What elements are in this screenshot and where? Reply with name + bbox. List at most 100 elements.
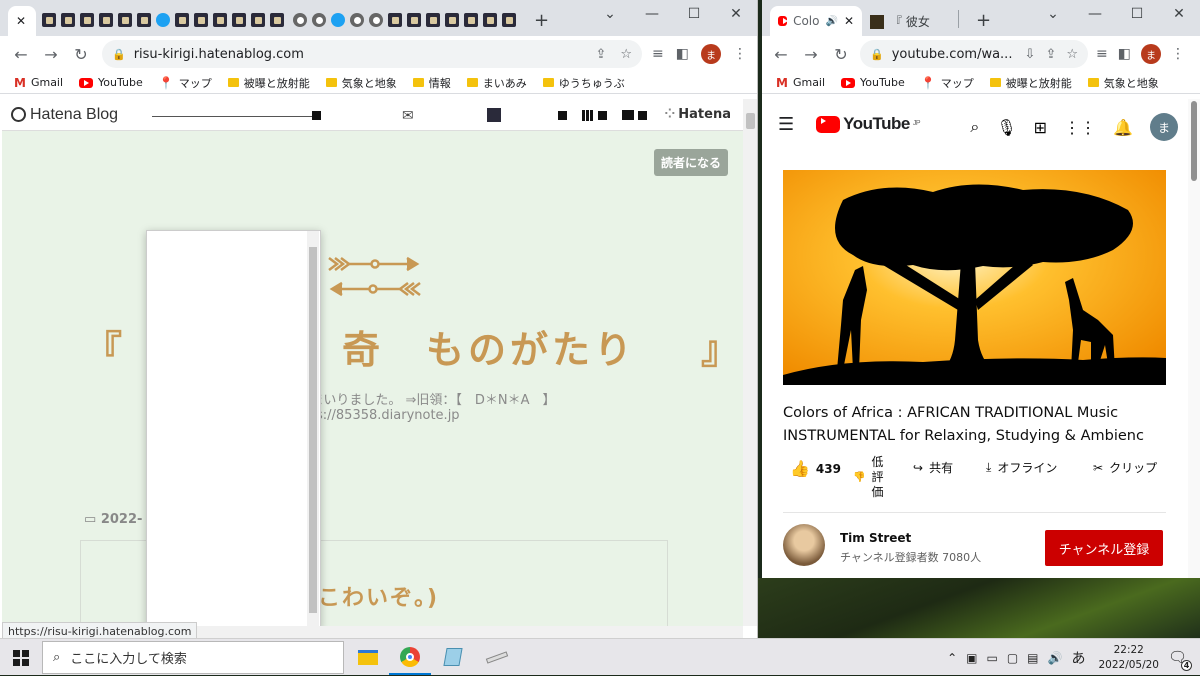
- speaker-icon[interactable]: 🔊: [1048, 651, 1063, 665]
- address-bar[interactable]: 🔒 risu-kirigi.hatenablog.com ⇪ ☆: [102, 40, 642, 68]
- forward-arrow-icon[interactable]: →: [796, 45, 826, 64]
- youtube-logo[interactable]: YouTube JP: [816, 114, 921, 134]
- dropdown-popup[interactable]: [146, 230, 321, 626]
- tab-hatena[interactable]: [42, 13, 56, 27]
- pen-tool-icon[interactable]: [484, 644, 510, 670]
- bookmark-gmail[interactable]: M Gmail: [14, 76, 63, 90]
- tab-hatena[interactable]: [407, 13, 421, 27]
- side-panel-icon[interactable]: ◧: [1118, 46, 1131, 62]
- bookmark-folder[interactable]: まいあみ: [466, 75, 527, 91]
- tab-hatena[interactable]: [270, 13, 284, 27]
- tab-hatena[interactable]: [388, 13, 402, 27]
- bookmark-youtube[interactable]: YouTube: [79, 76, 143, 89]
- side-panel-icon[interactable]: ◧: [676, 46, 689, 62]
- maximize-button[interactable]: ☐: [1116, 0, 1158, 28]
- channel-avatar[interactable]: [783, 524, 825, 566]
- menu-kebab-icon[interactable]: ⋮: [733, 46, 747, 62]
- bookmark-star-icon[interactable]: ☆: [620, 47, 632, 62]
- create-video-icon[interactable]: ⊞: [1034, 118, 1047, 137]
- hatena-link[interactable]: ⁘ Hatena: [664, 107, 731, 122]
- speaker-icon[interactable]: 🔊: [825, 16, 837, 27]
- avatar[interactable]: ま: [700, 44, 721, 64]
- tab-search-chevron-icon[interactable]: ⌄: [589, 0, 631, 28]
- address-bar[interactable]: 🔒 youtube.com/wa... ⇩ ⇪ ☆: [860, 40, 1088, 68]
- tab-hatena[interactable]: [80, 13, 94, 27]
- reading-list-icon[interactable]: ≡: [652, 46, 664, 62]
- bookmark-star-icon[interactable]: ☆: [1066, 47, 1078, 62]
- chevron-up-icon[interactable]: ⌃: [947, 651, 957, 665]
- windows-start-icon[interactable]: [13, 650, 29, 666]
- bookmark-folder[interactable]: 被曝と放射能: [227, 75, 310, 91]
- hatena-blog-logo[interactable]: Hatena Blog: [11, 106, 118, 124]
- avatar[interactable]: ま: [1140, 44, 1161, 64]
- tab-search-chevron-icon[interactable]: ⌄: [1032, 0, 1074, 28]
- tab-globe[interactable]: [369, 13, 383, 27]
- chrome-icon[interactable]: [389, 644, 431, 675]
- back-arrow-icon[interactable]: ←: [6, 45, 36, 64]
- share-icon[interactable]: ⇪: [595, 47, 606, 62]
- tab-hatena[interactable]: [251, 13, 265, 27]
- bookmark-folder[interactable]: 気象と地象: [325, 75, 397, 91]
- dropdown-scrollbar[interactable]: [307, 231, 319, 626]
- menu-kebab-icon[interactable]: ⋮: [1171, 46, 1185, 62]
- notification-center-icon[interactable]: 🗨 4: [1168, 648, 1192, 671]
- bell-icon[interactable]: 🔔: [1113, 118, 1133, 137]
- clock[interactable]: 22:22 2022/05/20: [1098, 643, 1159, 673]
- minimize-button[interactable]: —: [631, 0, 673, 28]
- reading-list-icon[interactable]: ≡: [1096, 46, 1108, 62]
- bookmark-folder[interactable]: 被曝と放射能: [989, 75, 1072, 91]
- hamburger-menu-icon[interactable]: ☰: [778, 114, 794, 135]
- minimize-button[interactable]: —: [1074, 0, 1116, 28]
- taskbar-search-box[interactable]: ⌕ ここに入力して検索: [42, 641, 344, 674]
- tab-hatena[interactable]: [61, 13, 75, 27]
- tab-hatena[interactable]: [175, 13, 189, 27]
- bookmark-folder[interactable]: 情報: [412, 75, 451, 91]
- bookmark-maps[interactable]: 📍 マップ: [921, 75, 974, 91]
- write-icon[interactable]: [558, 111, 567, 120]
- reload-icon[interactable]: ↻: [826, 45, 856, 64]
- notepad-icon[interactable]: [440, 644, 466, 670]
- tab-hatena[interactable]: [483, 13, 497, 27]
- dislike-button[interactable]: 👎 低 評 価: [853, 455, 883, 500]
- microphone-icon[interactable]: 🎙: [996, 118, 1016, 137]
- account-avatar[interactable]: ま: [1150, 113, 1178, 141]
- blog-avatar[interactable]: [487, 108, 501, 122]
- tab-close-icon[interactable]: ✕: [844, 14, 854, 28]
- close-button[interactable]: ✕: [715, 0, 757, 28]
- tab-blog[interactable]: 『 彼女: [870, 13, 930, 30]
- tab-twitter[interactable]: [331, 13, 345, 27]
- share-button[interactable]: ↪ 共有: [913, 459, 953, 476]
- bookmark-gmail[interactable]: M Gmail: [776, 76, 825, 90]
- battery-icon[interactable]: ▭: [986, 651, 997, 665]
- bookmark-folder[interactable]: 気象と地象: [1087, 75, 1159, 91]
- channel-subscribe-button[interactable]: チャンネル登録: [1045, 530, 1163, 566]
- tab-hatena[interactable]: [213, 13, 227, 27]
- back-arrow-icon[interactable]: ←: [766, 45, 796, 64]
- grid-icon[interactable]: [598, 111, 607, 120]
- search-icon[interactable]: ⌕: [970, 117, 979, 137]
- bookmark-youtube[interactable]: YouTube: [841, 76, 905, 89]
- tab-active[interactable]: ✕: [8, 6, 36, 36]
- file-explorer-icon[interactable]: [355, 644, 381, 670]
- network-icon[interactable]: ▤: [1027, 651, 1038, 665]
- offline-button[interactable]: ⤓ オフライン: [986, 459, 1057, 476]
- tab-hatena[interactable]: [232, 13, 246, 27]
- tab-globe[interactable]: [293, 13, 307, 27]
- forward-arrow-icon[interactable]: →: [36, 45, 66, 64]
- tab-globe[interactable]: [312, 13, 326, 27]
- tab-hatena[interactable]: [445, 13, 459, 27]
- notification-icon[interactable]: [638, 111, 647, 120]
- new-tab-button[interactable]: +: [976, 10, 991, 31]
- search-icon[interactable]: [312, 111, 321, 120]
- channel-name[interactable]: Tim Street: [840, 531, 911, 545]
- bookmark-folder[interactable]: ゆうちゅうぶ: [542, 75, 625, 91]
- display-icon[interactable]: ▢: [1007, 651, 1018, 665]
- grid-menu-icon[interactable]: [582, 110, 594, 121]
- tab-hatena[interactable]: [464, 13, 478, 27]
- comment-icon[interactable]: [622, 110, 634, 120]
- new-tab-button[interactable]: +: [534, 10, 549, 31]
- like-button[interactable]: 👍 439: [790, 459, 841, 478]
- tab-youtube[interactable]: Colo 🔊 ✕: [770, 6, 862, 36]
- ime-indicator[interactable]: あ: [1071, 648, 1085, 668]
- share-icon[interactable]: ⇪: [1045, 47, 1056, 62]
